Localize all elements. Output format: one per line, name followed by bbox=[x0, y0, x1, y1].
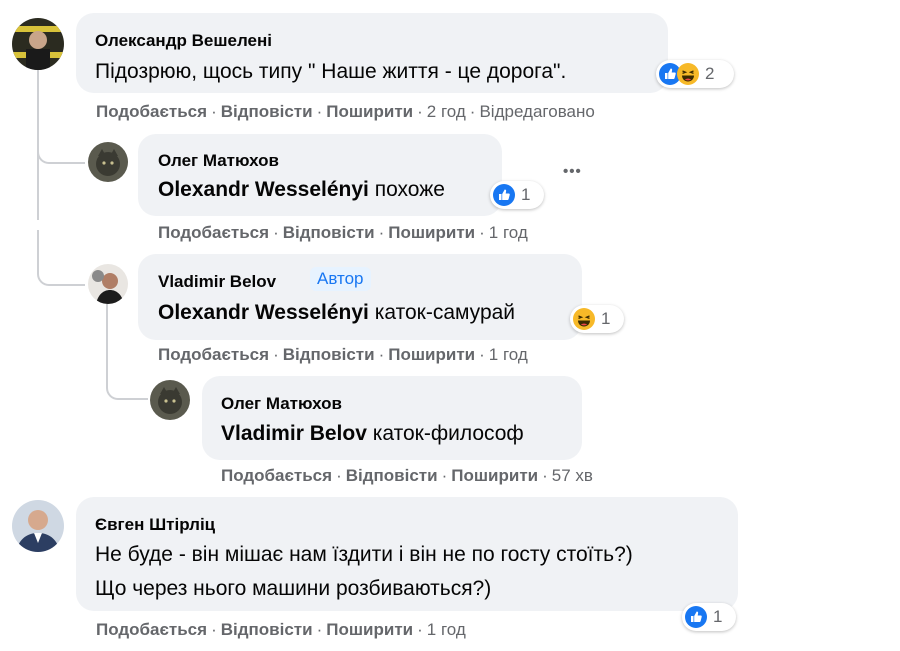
reaction-count: 1 bbox=[521, 185, 531, 204]
avatar[interactable] bbox=[88, 264, 128, 304]
avatar[interactable] bbox=[88, 142, 128, 182]
comment-text-body: каток-самурай bbox=[368, 301, 516, 324]
author-badge: Автор bbox=[310, 267, 371, 291]
more-options-icon[interactable]: ••• bbox=[563, 163, 582, 180]
like-button[interactable]: Подобається bbox=[96, 102, 207, 121]
comment-text-body: каток-философ bbox=[366, 422, 524, 445]
like-button[interactable]: Подобається bbox=[221, 466, 332, 485]
reaction-count: 1 bbox=[601, 309, 611, 328]
like-button[interactable]: Подобається bbox=[158, 223, 269, 242]
reaction-count: 2 bbox=[705, 64, 715, 83]
edited-label[interactable]: Відредаговано bbox=[479, 102, 594, 121]
avatar[interactable] bbox=[12, 18, 64, 70]
mention-link[interactable]: Olexandr Wesselényi bbox=[158, 178, 369, 201]
comment-text-line: Що через нього машини розбиваються?) bbox=[95, 577, 492, 600]
comment-actions: Подобається · Відповісти · Поширити · 1 год bbox=[96, 620, 466, 639]
reaction-count: 1 bbox=[713, 607, 723, 626]
share-button[interactable]: Поширити bbox=[326, 102, 413, 121]
comment-author[interactable]: Vladimir Belov bbox=[158, 272, 276, 292]
comment-time[interactable]: 1 год bbox=[489, 345, 528, 364]
comment-time[interactable]: 1 год bbox=[489, 223, 528, 242]
comment-author[interactable]: Олександр Вешелені bbox=[95, 31, 272, 51]
thread-elbow-reply-1 bbox=[37, 140, 85, 164]
comment-bubble bbox=[202, 376, 582, 460]
mention-link[interactable]: Olexandr Wesselényi bbox=[158, 301, 369, 324]
thread-elbow-reply-2 bbox=[37, 230, 85, 286]
comment-actions: Подобається · Відповісти · Поширити · 57 хв bbox=[221, 466, 593, 485]
share-button[interactable]: Поширити bbox=[388, 345, 475, 364]
reactions-summary[interactable]: 1 bbox=[570, 305, 624, 333]
comment-time[interactable]: 1 год bbox=[427, 620, 466, 639]
mention-link[interactable]: Vladimir Belov bbox=[221, 422, 367, 445]
comment-actions: Подобається · Відповісти · Поширити · 1 год bbox=[158, 345, 528, 364]
haha-icon bbox=[677, 63, 699, 85]
reactions-summary[interactable]: 2 bbox=[656, 60, 734, 88]
comment-text: Підозрюю, щось типу " Наше життя - це до… bbox=[95, 60, 567, 83]
comment-author[interactable]: Євген Штірліц bbox=[95, 515, 215, 535]
reply-button[interactable]: Відповісти bbox=[283, 223, 375, 242]
like-icon bbox=[685, 606, 707, 628]
haha-icon bbox=[573, 308, 595, 330]
reply-button[interactable]: Відповісти bbox=[221, 620, 313, 639]
reactions-summary[interactable]: 1 bbox=[490, 181, 544, 209]
comment-text: Olexandr Wesselényi каток-самурай bbox=[158, 300, 515, 326]
comment-actions: Подобається · Відповісти · Поширити · 1 год bbox=[158, 223, 528, 242]
comment-bubble bbox=[138, 134, 502, 216]
share-button[interactable]: Поширити bbox=[388, 223, 475, 242]
comment-time[interactable]: 2 год bbox=[427, 102, 466, 121]
avatar[interactable] bbox=[150, 380, 190, 420]
like-icon bbox=[493, 184, 515, 206]
comment-text-line: Не буде - він мішає нам їздити і він не … bbox=[95, 543, 633, 566]
share-button[interactable]: Поширити bbox=[451, 466, 538, 485]
share-button[interactable]: Поширити bbox=[326, 620, 413, 639]
comment-author[interactable]: Олег Матюхов bbox=[158, 151, 279, 171]
avatar[interactable] bbox=[12, 500, 64, 552]
comment-time[interactable]: 57 хв bbox=[552, 466, 593, 485]
comment-text-body: похоже bbox=[368, 178, 445, 201]
like-button[interactable]: Подобається bbox=[158, 345, 269, 364]
thread-elbow-reply-3 bbox=[106, 355, 148, 400]
thread-line-reply-2 bbox=[106, 302, 108, 362]
comment-text: Olexandr Wesselényi похоже bbox=[158, 177, 445, 203]
reactions-summary[interactable]: 1 bbox=[682, 603, 736, 631]
reply-button[interactable]: Відповісти bbox=[283, 345, 375, 364]
comment-author[interactable]: Олег Матюхов bbox=[221, 394, 342, 414]
comment-actions: Подобається · Відповісти · Поширити · 2 год · Ві… bbox=[96, 102, 595, 121]
reply-button[interactable]: Відповісти bbox=[221, 102, 313, 121]
like-button[interactable]: Подобається bbox=[96, 620, 207, 639]
reply-button[interactable]: Відповісти bbox=[346, 466, 438, 485]
comment-text: Vladimir Belov каток-философ bbox=[221, 421, 524, 447]
